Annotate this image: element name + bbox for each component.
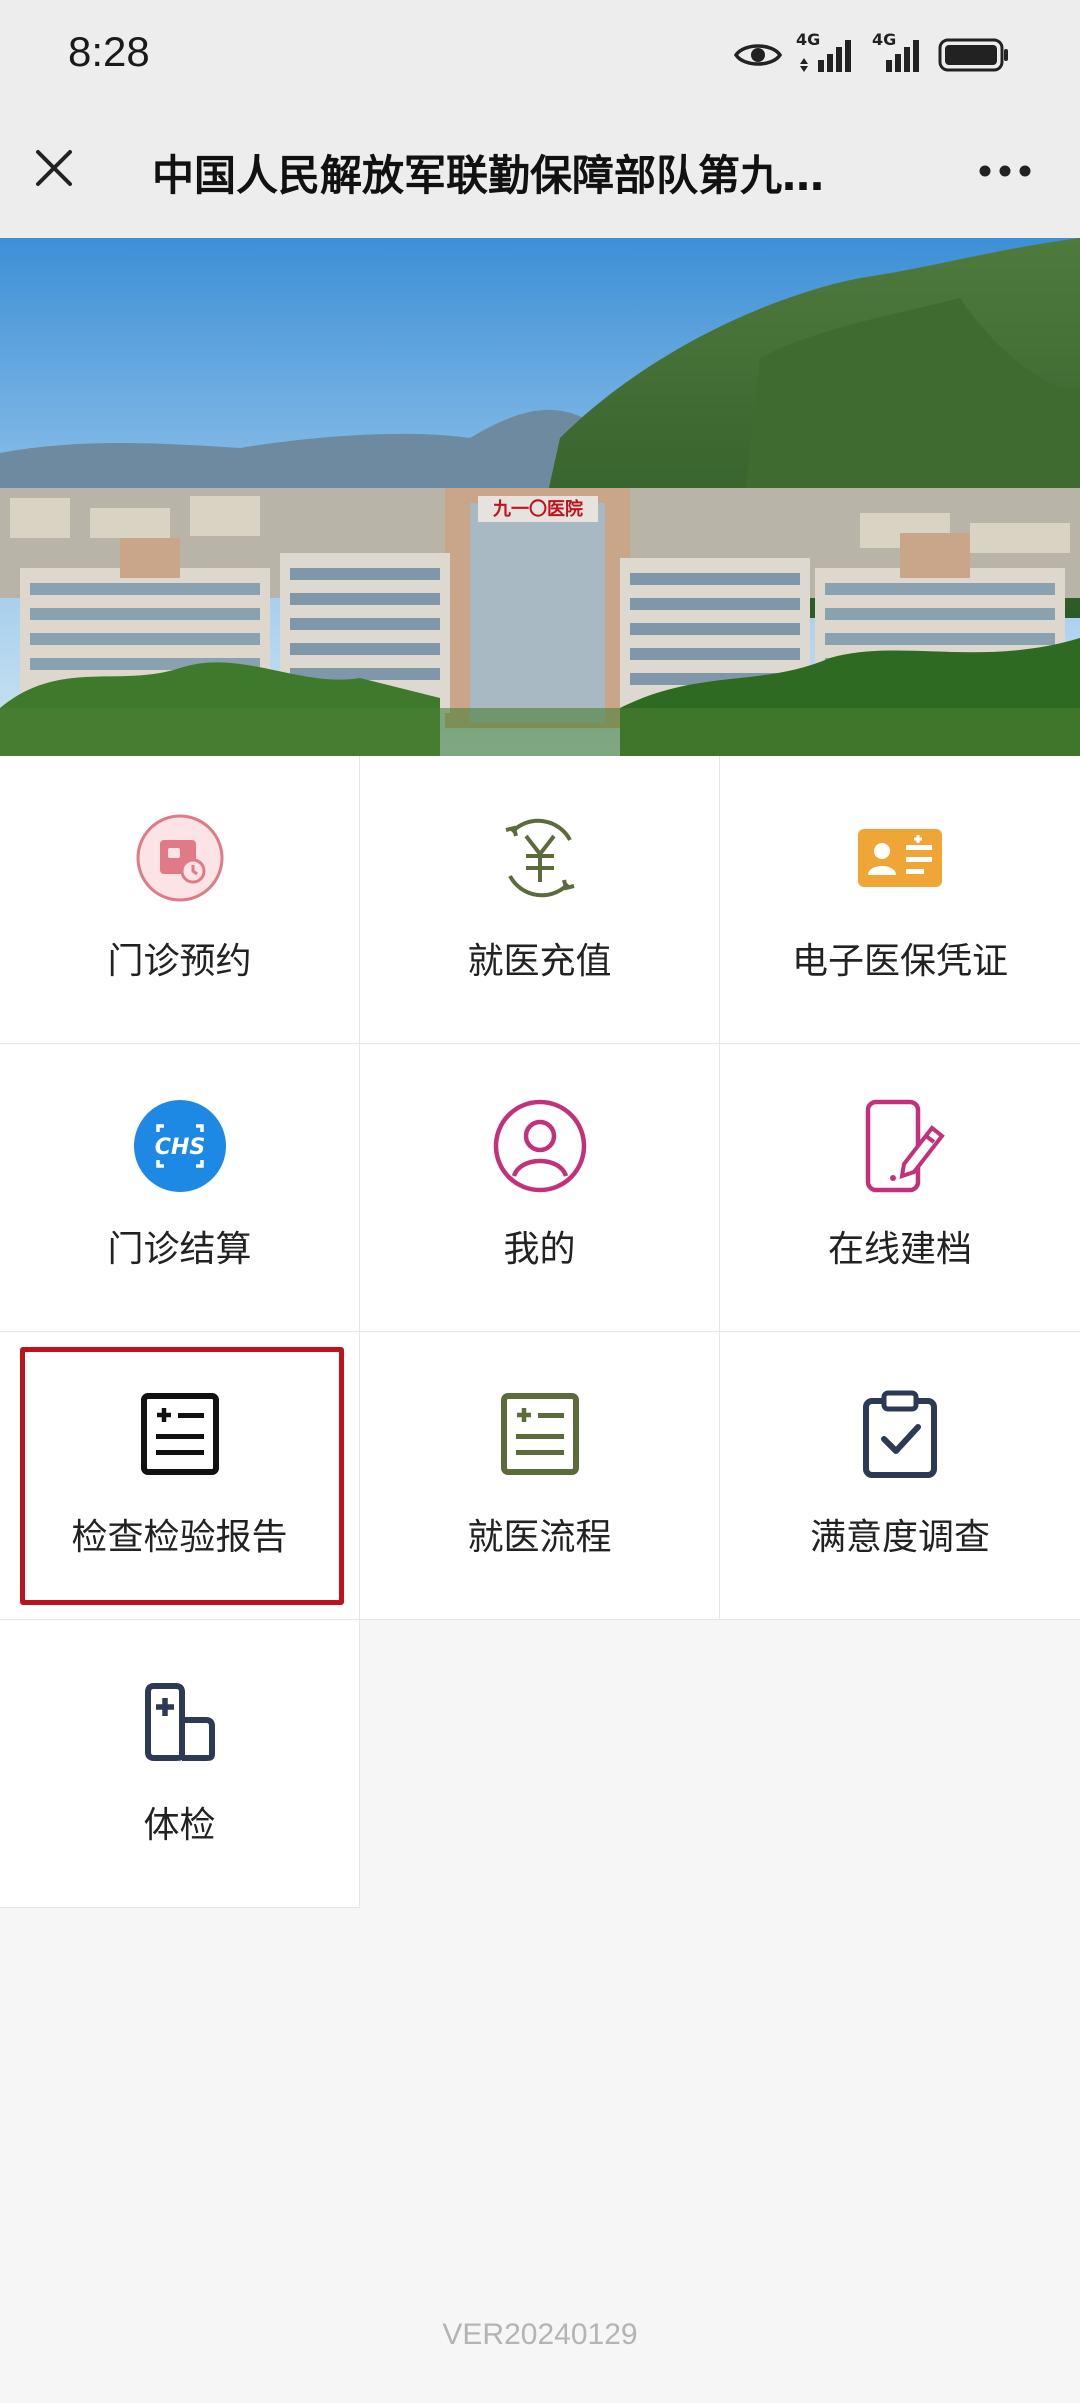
- menu-item-label: 门诊结算: [107, 1229, 252, 1270]
- menu-row: 门诊预约 就医充值 电子医保凭证: [0, 756, 1080, 1044]
- status-bar: 8:28 4G 4G: [0, 0, 1080, 112]
- hospital-sign-text: 九一〇医院: [492, 498, 583, 520]
- close-button[interactable]: [22, 138, 86, 202]
- menu-item-label: 门诊预约: [107, 941, 252, 982]
- menu-row: 检查检验报告 就医流程 满意度调查: [0, 1332, 1080, 1620]
- menu-item-satisfaction-survey[interactable]: 满意度调查: [720, 1332, 1080, 1620]
- more-button[interactable]: [970, 142, 1040, 202]
- signal-4g-icon: 4G: [796, 30, 858, 74]
- signal-4g-icon: 4G: [872, 30, 924, 74]
- phone-edit-icon: [850, 1096, 950, 1196]
- menu-item-exam-test-report[interactable]: 检查检验报告: [0, 1332, 360, 1620]
- menu-row: CHS 门诊结算 我的 在线建档: [0, 1044, 1080, 1332]
- menu-item-physical-checkup[interactable]: 体检: [0, 1620, 360, 1908]
- version-text: VER20240129: [442, 2318, 638, 2351]
- network-type-label: 4G: [872, 30, 897, 49]
- menu-item-outpatient-settlement[interactable]: CHS 门诊结算: [0, 1044, 360, 1332]
- user-profile-icon: [490, 1096, 590, 1196]
- title-bar: 中国人民解放军联勤保障部队第九…: [0, 112, 1080, 238]
- process-list-icon: [490, 1384, 590, 1484]
- menu-item-e-insurance-certificate[interactable]: 电子医保凭证: [720, 756, 1080, 1044]
- menu-item-label: 检查检验报告: [71, 1517, 288, 1558]
- menu-item-label: 满意度调查: [809, 1517, 990, 1558]
- hospital-photo: 九一〇医院: [0, 238, 1080, 756]
- clipboard-check-icon: [850, 1384, 950, 1484]
- chs-settlement-icon: CHS: [130, 1096, 230, 1196]
- report-icon: [130, 1384, 230, 1484]
- empty-cell: [720, 1620, 1080, 1908]
- menu-item-label: 电子医保凭证: [791, 941, 1008, 982]
- eye-icon: [734, 40, 782, 70]
- status-icons: 4G 4G: [734, 30, 1010, 80]
- network-type-label: 4G: [796, 30, 821, 49]
- page-title: 中国人民解放军联勤保障部队第九…: [152, 151, 825, 200]
- menu-item-medical-process[interactable]: 就医流程: [360, 1332, 720, 1620]
- close-icon: [32, 146, 76, 194]
- menu-item-label: 体检: [143, 1805, 216, 1846]
- hospital-banner-image: 九一〇医院: [0, 238, 1080, 756]
- appointment-icon: [130, 808, 230, 908]
- checkup-icon: [130, 1672, 230, 1772]
- menu-item-outpatient-appointment[interactable]: 门诊预约: [0, 756, 360, 1044]
- menu-item-label: 我的: [503, 1229, 576, 1270]
- service-menu-grid: 门诊预约 就医充值 电子医保凭证 CHS 门诊结算 我的 在线建档 检查检验报告…: [0, 756, 1080, 1908]
- yuan-recharge-icon: [490, 808, 590, 908]
- svg-text:CHS: CHS: [154, 1135, 204, 1160]
- menu-item-label: 就医充值: [467, 941, 612, 982]
- insurance-card-icon: [850, 808, 950, 908]
- menu-item-label: 在线建档: [827, 1229, 972, 1270]
- menu-row: 体检: [0, 1620, 1080, 1908]
- menu-item-label: 就医流程: [467, 1517, 612, 1558]
- empty-cell: [360, 1620, 720, 1908]
- menu-item-online-registration[interactable]: 在线建档: [720, 1044, 1080, 1332]
- status-time: 8:28: [68, 28, 150, 75]
- battery-icon: [938, 37, 1010, 73]
- more-icon: [978, 163, 1032, 182]
- menu-item-medical-recharge[interactable]: 就医充值: [360, 756, 720, 1044]
- menu-item-my-profile[interactable]: 我的: [360, 1044, 720, 1332]
